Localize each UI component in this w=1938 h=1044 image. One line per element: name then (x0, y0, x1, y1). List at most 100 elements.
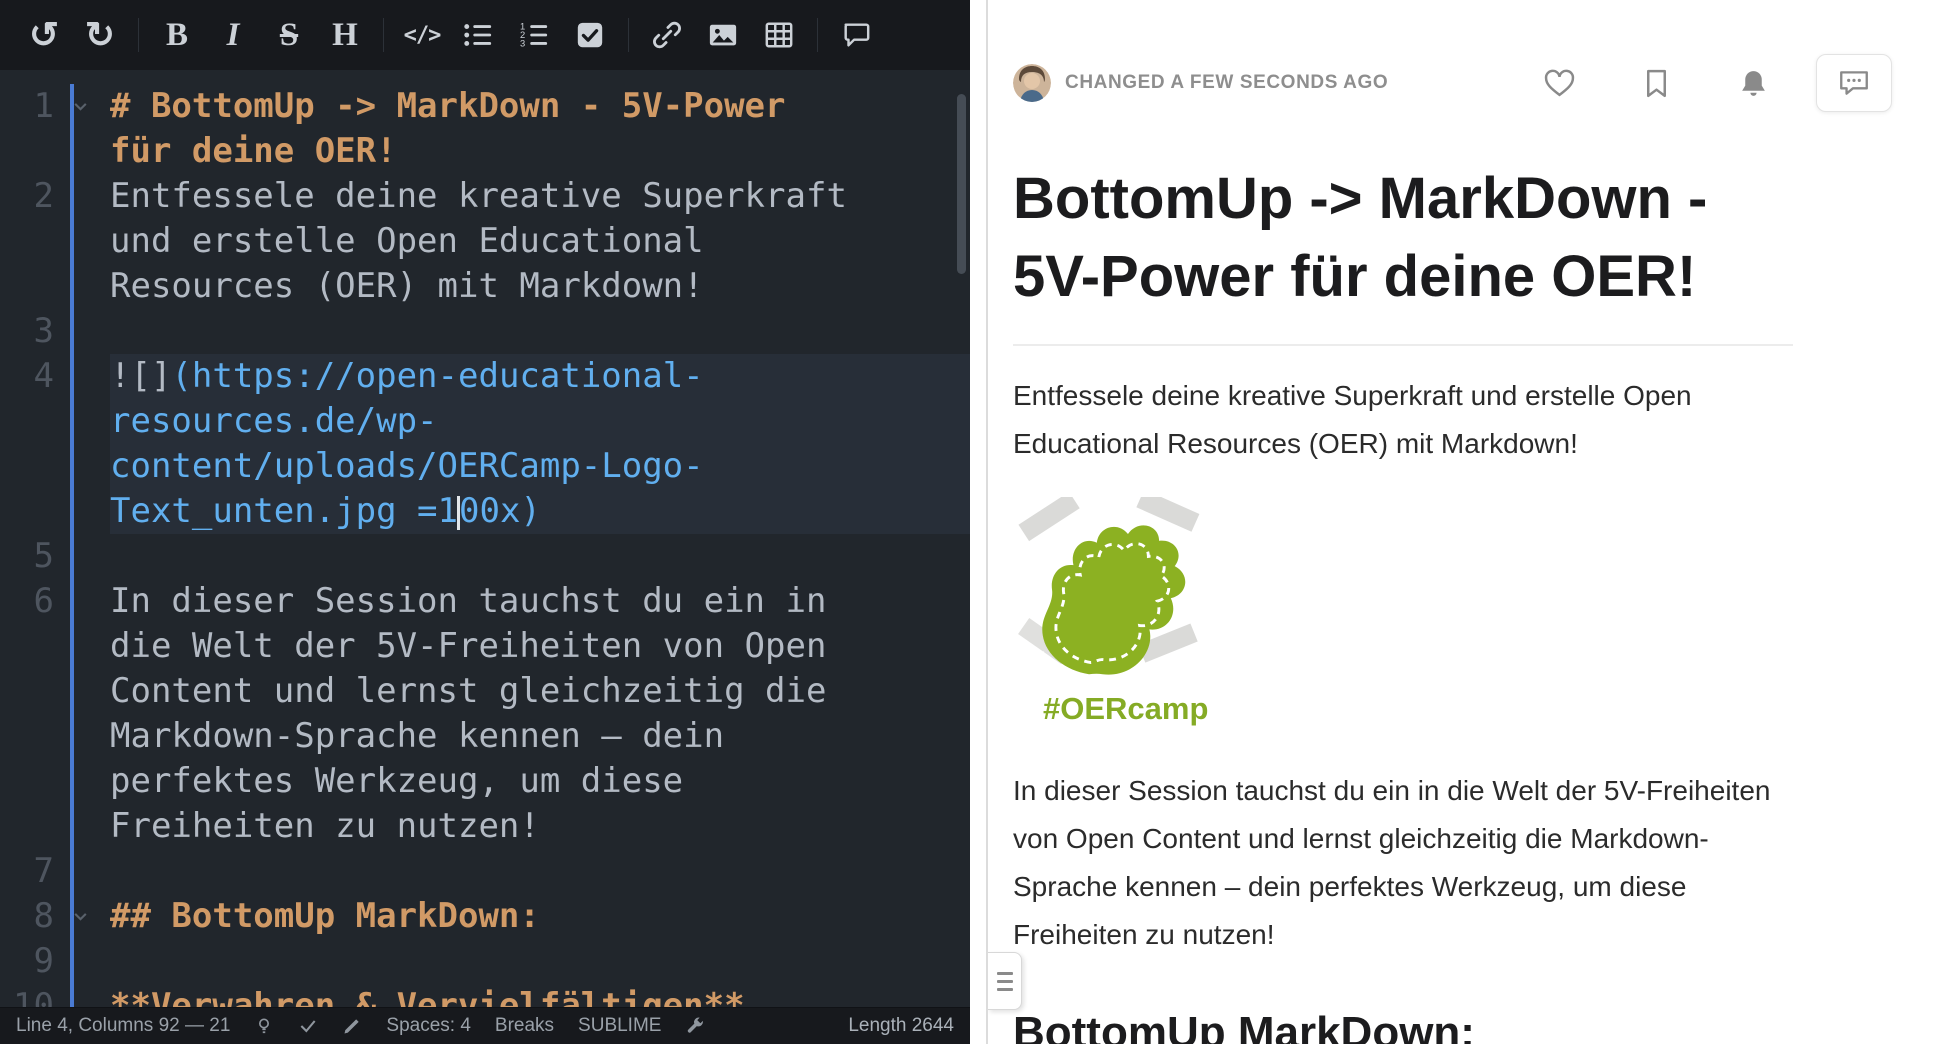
editor-row[interactable]: 10**Verwahren & Vervielfältigen** (0, 984, 970, 1007)
code-text: für deine OER! (110, 129, 970, 174)
bell-icon (1737, 67, 1770, 100)
preview-pane[interactable]: CHANGED A FEW SECONDS AGO BottomUp -> Ma… (986, 0, 1938, 1044)
code-text: # BottomUp -> MarkDown - 5V-Power (110, 84, 970, 129)
bullet-list-button[interactable] (450, 7, 506, 63)
notifications-button[interactable] (1737, 67, 1770, 100)
link-icon (652, 20, 682, 50)
comment-icon (841, 20, 871, 50)
paragraph-session: In dieser Session tauchst du ein in die … (1013, 767, 1793, 959)
editor-row[interactable]: 1 # BottomUp -> MarkDown - 5V-Power (0, 84, 970, 129)
line-number (0, 489, 62, 534)
editor-row[interactable]: Text_unten.jpg =100x) (0, 489, 970, 534)
numbered-list-icon: 123 (519, 20, 549, 50)
editor-row[interactable]: Resources (OER) mit Markdown! (0, 264, 970, 309)
italic-button[interactable]: I (205, 7, 261, 63)
editor-row[interactable]: 6In dieser Session tauchst du ein in (0, 579, 970, 624)
editor-row[interactable]: 9 (0, 939, 970, 984)
editor-row[interactable]: Content und lernst gleichzeitig die (0, 669, 970, 714)
code-text: Content und lernst gleichzeitig die (110, 669, 970, 714)
line-number: 1 (0, 84, 62, 129)
checklist-button[interactable] (562, 7, 618, 63)
line-number (0, 669, 62, 714)
bold-button[interactable]: B (149, 7, 205, 63)
link-button[interactable] (639, 7, 695, 63)
line-number (0, 444, 62, 489)
code-text: Entfessele deine kreative Superkraft (110, 174, 970, 219)
heart-icon (1543, 67, 1576, 100)
line-number (0, 714, 62, 759)
redo-button[interactable]: ↻ (72, 7, 128, 63)
code-text: ## BottomUp MarkDown: (110, 894, 970, 939)
editor-row[interactable]: 7 (0, 849, 970, 894)
bullet-list-icon (463, 20, 493, 50)
heading-button[interactable]: H (317, 7, 373, 63)
last-changed-label: CHANGED A FEW SECONDS AGO (1065, 72, 1388, 94)
code-text (110, 309, 970, 354)
handle-line (997, 988, 1013, 991)
brush-icon[interactable] (342, 1016, 362, 1036)
check-icon[interactable] (298, 1016, 318, 1036)
resize-handle[interactable] (988, 952, 1022, 1010)
bold-icon: B (166, 17, 188, 54)
editor-row[interactable]: und erstelle Open Educational (0, 219, 970, 264)
paragraph-intro: Entfessele deine kreative Superkraft und… (1013, 372, 1793, 468)
line-number: 8 (0, 894, 62, 939)
line-number (0, 624, 62, 669)
heading-icon: H (332, 17, 358, 54)
editor-row[interactable]: Freiheiten zu nutzen! (0, 804, 970, 849)
numbered-list-button[interactable]: 123 (506, 7, 562, 63)
line-number: 6 (0, 579, 62, 624)
line-number (0, 759, 62, 804)
editor-row[interactable]: 4![](https://open-educational- (0, 354, 970, 399)
strikethrough-button[interactable]: S (261, 7, 317, 63)
code-button[interactable]: </> (394, 7, 450, 63)
line-number: 9 (0, 939, 62, 984)
editor-row[interactable]: Markdown-Sprache kennen – dein (0, 714, 970, 759)
editor-row[interactable]: perfektes Werkzeug, um diese (0, 759, 970, 804)
avatar[interactable] (1013, 64, 1051, 102)
editor-row[interactable]: 5 (0, 534, 970, 579)
doc-length: Length 2644 (848, 1015, 954, 1037)
app: ↺ ↻ B I S H </> 123 (0, 0, 1938, 1044)
wrench-icon[interactable] (685, 1016, 705, 1036)
table-button[interactable] (751, 7, 807, 63)
chat-bubble-icon (1837, 66, 1871, 100)
favorite-button[interactable] (1543, 67, 1576, 100)
code-text (110, 939, 970, 984)
code-icon: </> (404, 23, 441, 48)
line-number (0, 129, 62, 174)
editor-row[interactable]: 3 (0, 309, 970, 354)
handle-line (997, 972, 1013, 975)
code-text: die Welt der 5V-Freiheiten von Open (110, 624, 970, 669)
code-text (110, 849, 970, 894)
editor-row[interactable]: resources.de/wp- (0, 399, 970, 444)
editor-row[interactable]: 2 Entfessele deine kreative Superkraft (0, 174, 970, 219)
line-number (0, 264, 62, 309)
image-button[interactable] (695, 7, 751, 63)
change-indicator-bar (70, 84, 74, 1007)
italic-icon: I (227, 17, 240, 54)
toolbar-separator (817, 18, 818, 52)
line-number: 2 (0, 174, 62, 219)
redo-icon: ↻ (85, 14, 115, 56)
editor-row[interactable]: 8 ## BottomUp MarkDown: (0, 894, 970, 939)
lightbulb-icon[interactable] (254, 1016, 274, 1036)
line-number: 4 (0, 354, 62, 399)
editor-scrollbar[interactable] (957, 94, 966, 274)
breaks-setting[interactable]: Breaks (495, 1015, 554, 1037)
comment-button[interactable] (828, 7, 884, 63)
spaces-setting[interactable]: Spaces: 4 (386, 1015, 471, 1037)
undo-icon: ↺ (29, 14, 59, 56)
code-text: Text_unten.jpg =100x) (110, 489, 970, 534)
undo-button[interactable]: ↺ (16, 7, 72, 63)
open-comments-button[interactable] (1816, 54, 1892, 112)
keymap-setting[interactable]: SUBLIME (578, 1015, 661, 1037)
oercamp-logo-image: ✂ (1013, 497, 1203, 682)
editor-row[interactable]: content/uploads/OERCamp-Logo- (0, 444, 970, 489)
preview-header: CHANGED A FEW SECONDS AGO (1013, 54, 1892, 112)
line-number: 5 (0, 534, 62, 579)
markdown-editor[interactable]: 1 # BottomUp -> MarkDown - 5V-Powerfür de… (0, 70, 970, 1007)
editor-row[interactable]: die Welt der 5V-Freiheiten von Open (0, 624, 970, 669)
bookmark-button[interactable] (1640, 67, 1673, 100)
editor-row[interactable]: für deine OER! (0, 129, 970, 174)
